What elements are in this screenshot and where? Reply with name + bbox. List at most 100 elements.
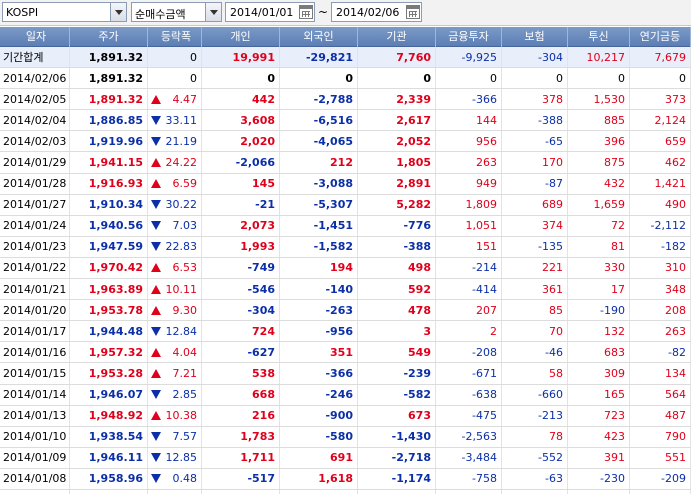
- date-cell-value: 기간합계: [3, 51, 44, 65]
- individual-cell: 1,993: [202, 236, 280, 257]
- table-row[interactable]: 2014/02/06 1,891.32 0 0 0 0 0 0 0 0: [0, 68, 691, 90]
- up-triangle-icon: [151, 179, 161, 189]
- calendar-icon[interactable]: [299, 5, 313, 19]
- table-row[interactable]: 2014/01/15 1,953.28 7.21 538 -366 -239 -671 58 3…: [0, 363, 691, 385]
- investment-trust-cell: 81: [568, 236, 630, 257]
- financial-investment-cell: -670: [436, 489, 502, 494]
- insurance-cell: 0: [502, 68, 568, 89]
- column-header-change[interactable]: 등락폭: [148, 27, 202, 47]
- table-row[interactable]: 2014/01/08 1,958.96 0.48 -517 1,618 -1,174 -75…: [0, 468, 691, 490]
- institution-cell: -1,174: [358, 468, 436, 489]
- table-row[interactable]: 2014/01/17 1,944.48 12.84 724 -956 3 2 70 132 263: [0, 321, 691, 343]
- financial-investment-cell-value: -214: [472, 261, 497, 275]
- foreign-cell-value: 351: [330, 345, 353, 359]
- table-row[interactable]: 2014/02/04 1,886.85 33.11 3,608 -6,516 2,617 1…: [0, 110, 691, 132]
- institution-cell: 549: [358, 342, 436, 363]
- change-cell: 30.22: [148, 194, 202, 215]
- column-header-investment-trust[interactable]: 투신: [568, 27, 630, 47]
- table-row[interactable]: 2014/01/21 1,963.89 10.11 -546 -140 592 -414 36…: [0, 279, 691, 301]
- pension-cell-value: 263: [665, 324, 686, 338]
- individual-cell-value: 2,020: [240, 134, 275, 148]
- table-row[interactable]: 2014/01/23 1,947.59 22.83 1,993 -1,582 -388 15…: [0, 236, 691, 258]
- down-triangle-icon: [151, 326, 161, 336]
- financial-investment-cell: 207: [436, 300, 502, 321]
- foreign-cell: -6,516: [280, 110, 358, 131]
- institution-cell: -1,430: [358, 426, 436, 447]
- data-type-select-value: 순매수금액: [135, 8, 186, 21]
- market-select[interactable]: KOSPI: [2, 2, 127, 22]
- table-row[interactable]: 2014/01/22 1,970.42 6.53 -749 194 498 -214 221 3…: [0, 257, 691, 280]
- column-header-price[interactable]: 주가: [70, 27, 148, 47]
- up-triangle-icon: [151, 94, 161, 104]
- start-date-value: 2014/01/01: [230, 6, 294, 19]
- column-header-foreign[interactable]: 외국인: [280, 27, 358, 47]
- foreign-cell: -900: [280, 405, 358, 426]
- table-row[interactable]: 2014/01/20 1,953.78 9.30 -304 -263 478 207 85 -1…: [0, 300, 691, 322]
- financial-investment-cell: 956: [436, 131, 502, 152]
- investment-trust-cell: 396: [568, 131, 630, 152]
- table-row[interactable]: 2014/01/28 1,916.93 6.59 145 -3,088 2,891 949 -…: [0, 173, 691, 195]
- change-cell: 12.84: [148, 321, 202, 342]
- insurance-cell: -213: [502, 405, 568, 426]
- foreign-cell-value: -5,307: [313, 198, 353, 212]
- column-header-pension[interactable]: 연기금등: [630, 27, 691, 47]
- price-cell: 1,891.32: [70, 47, 148, 68]
- end-date-field[interactable]: 2014/02/06: [331, 2, 422, 22]
- financial-investment-cell-value: 1,809: [465, 198, 498, 212]
- date-cell: 2014/01/08: [0, 468, 70, 489]
- insurance-cell: -46: [502, 342, 568, 363]
- column-header-financial-investment[interactable]: 금융투자: [436, 27, 502, 47]
- financial-investment-cell-value: 2: [490, 324, 497, 338]
- chevron-down-icon[interactable]: [205, 3, 221, 21]
- table-row[interactable]: 2014/01/09 1,946.11 12.85 1,711 691 -2,718 -3,…: [0, 447, 691, 469]
- institution-cell-value: 2,617: [396, 113, 431, 127]
- table-row[interactable]: 2014/01/14 1,946.07 2.85 668 -246 -582 -638 -66…: [0, 384, 691, 406]
- institution-cell-value: -388: [403, 240, 431, 254]
- institution-cell: 0: [358, 68, 436, 89]
- financial-investment-cell-value: 207: [476, 303, 497, 317]
- change-cell-value: 30.22: [165, 198, 198, 212]
- investment-trust-cell-value: 72: [611, 219, 625, 233]
- foreign-cell-value: 691: [330, 451, 353, 465]
- price-cell: 1,910.34: [70, 194, 148, 215]
- change-cell-value: 7.03: [172, 219, 198, 233]
- individual-cell: -627: [202, 342, 280, 363]
- table-row[interactable]: 2014/01/24 1,940.56 7.03 2,073 -1,451 -776 1,0…: [0, 215, 691, 237]
- table-row[interactable]: 2014/01/10 1,938.54 7.57 1,783 -580 -1,430 -2,…: [0, 426, 691, 448]
- table-row[interactable]: 2014/01/071,959.446.16-572993-467-670-33…: [0, 489, 691, 494]
- up-triangle-icon: [151, 263, 161, 273]
- foreign-cell: -580: [280, 426, 358, 447]
- financial-investment-cell: 151: [436, 236, 502, 257]
- investment-trust-cell: 72: [568, 215, 630, 236]
- investment-trust-cell-value: 432: [604, 177, 625, 191]
- period-total-row[interactable]: 기간합계 1,891.32 0 19,991 -29,821 7,760 -9,925 -30…: [0, 47, 691, 69]
- end-date-value: 2014/02/06: [336, 6, 400, 19]
- institution-cell: 5,282: [358, 194, 436, 215]
- individual-cell-value: -21: [255, 198, 275, 212]
- insurance-cell: 78: [502, 426, 568, 447]
- table-row[interactable]: 2014/01/13 1,948.92 10.38 216 -900 673 -475 -21…: [0, 405, 691, 427]
- pension-cell-value: 659: [665, 134, 686, 148]
- insurance-cell-value: 78: [549, 430, 563, 444]
- table-row[interactable]: 2014/02/03 1,919.96 21.19 2,020 -4,065 2,052 9…: [0, 131, 691, 153]
- start-date-field[interactable]: 2014/01/01: [225, 2, 315, 22]
- table-row[interactable]: 2014/02/05 1,891.32 4.47 442 -2,788 2,339 -366…: [0, 89, 691, 111]
- foreign-cell: 993: [280, 489, 358, 494]
- foreign-cell-value: -3,088: [313, 177, 353, 191]
- institution-cell-value: 549: [408, 345, 431, 359]
- date-cell-value: 2014/01/08: [3, 472, 67, 486]
- column-header-individual[interactable]: 개인: [202, 27, 280, 47]
- column-header-insurance[interactable]: 보험: [502, 27, 568, 47]
- table-row[interactable]: 2014/01/29 1,941.15 24.22 -2,066 212 1,805 263…: [0, 152, 691, 174]
- calendar-icon[interactable]: [406, 5, 420, 19]
- date-range-separator: ~: [318, 5, 329, 19]
- investment-trust-cell-value: 17: [611, 282, 625, 296]
- pension-cell: 114: [630, 489, 691, 494]
- column-header-institution[interactable]: 기관: [358, 27, 436, 47]
- chevron-down-icon[interactable]: [110, 3, 126, 21]
- table-row[interactable]: 2014/01/16 1,957.32 4.04 -627 351 549 -208 -46 6…: [0, 342, 691, 364]
- institution-cell-value: 5,282: [396, 198, 431, 212]
- column-header-date[interactable]: 일자: [0, 27, 70, 47]
- table-row[interactable]: 2014/01/27 1,910.34 30.22 -21 -5,307 5,282 1,8…: [0, 194, 691, 216]
- data-type-select[interactable]: 순매수금액: [131, 2, 222, 22]
